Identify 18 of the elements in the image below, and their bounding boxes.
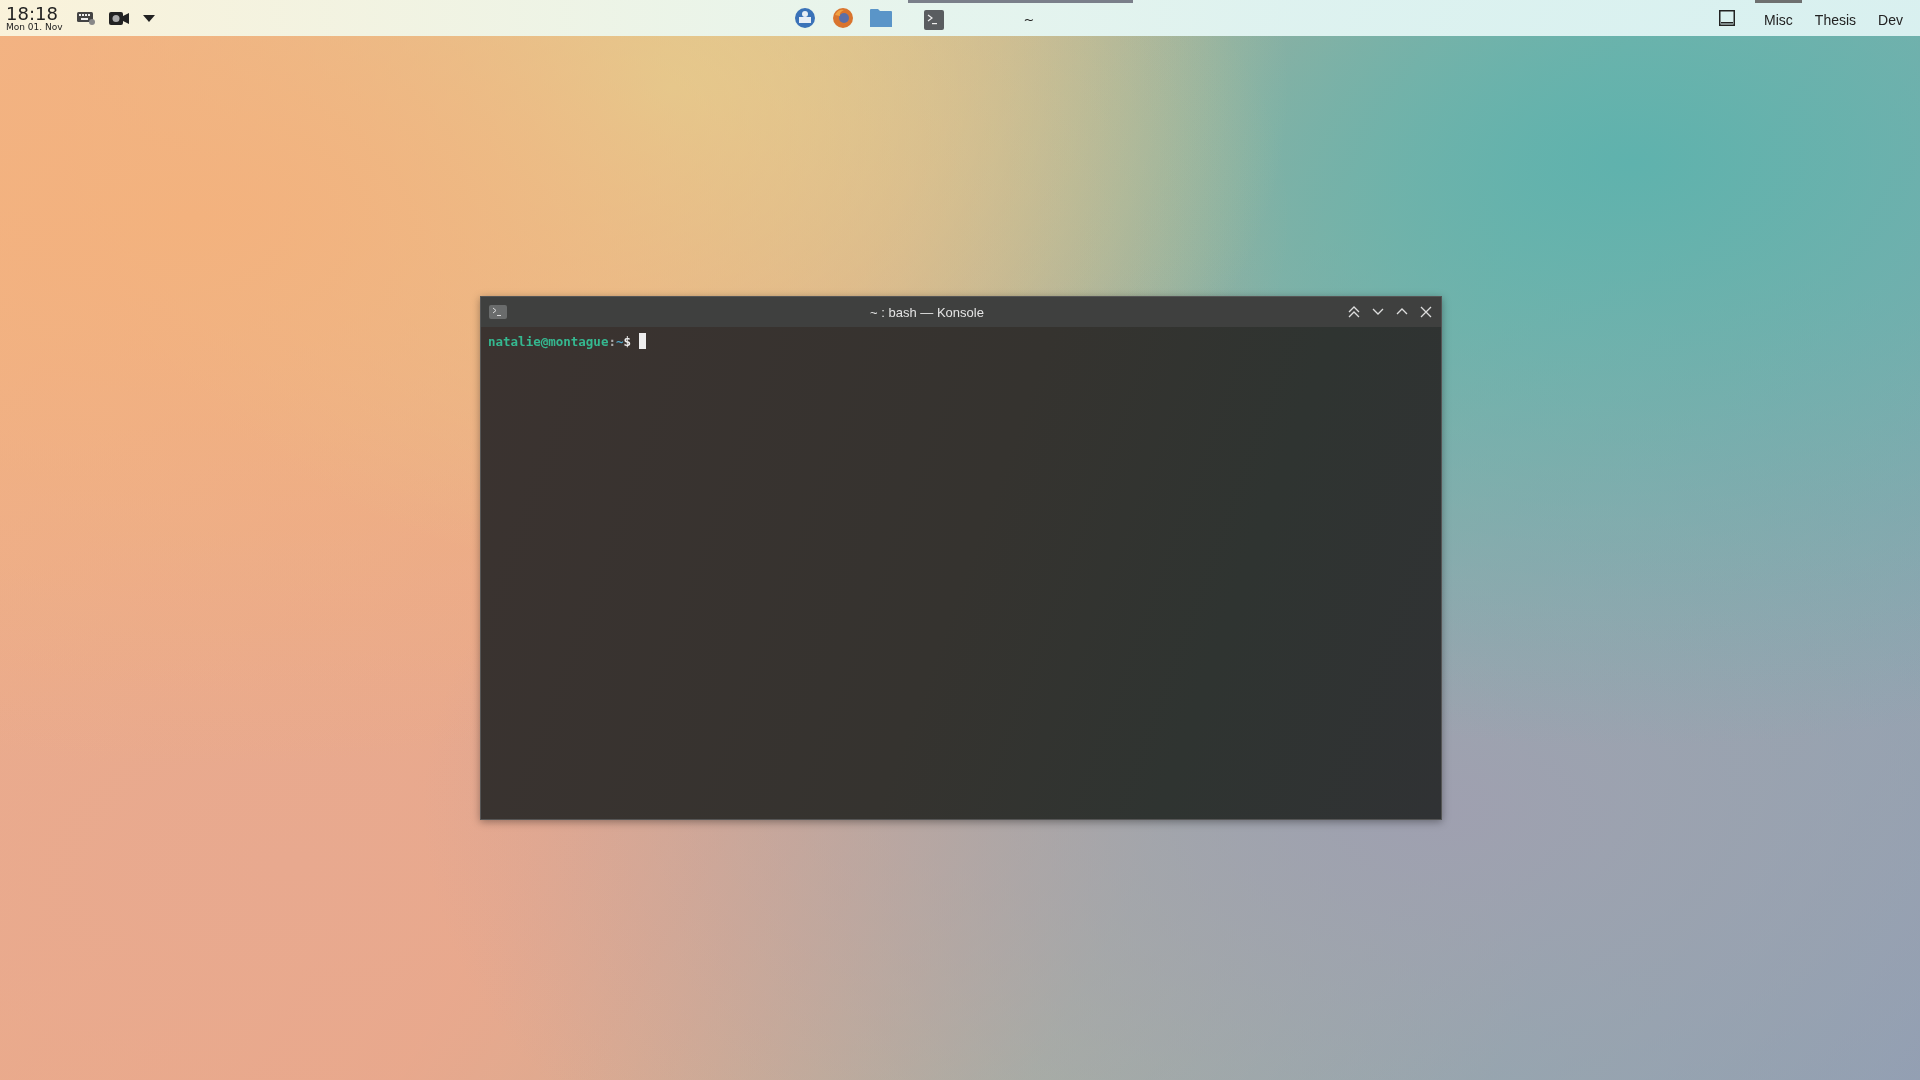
camera-icon[interactable]	[108, 11, 129, 25]
task-button[interactable]: ~	[907, 0, 1133, 36]
folder-icon[interactable]	[869, 8, 892, 28]
virtual-desktop-tab[interactable]: Misc	[1755, 0, 1802, 36]
terminal-icon	[923, 9, 944, 30]
virtual-desktop-tab[interactable]: Dev	[1869, 0, 1912, 36]
shell-prompt: natalie@montague:~$	[488, 333, 631, 349]
dropdown-arrow-icon[interactable]	[142, 14, 155, 22]
text-cursor	[639, 333, 646, 349]
fox-globe-icon[interactable]	[831, 7, 854, 29]
close-icon[interactable]	[1419, 305, 1433, 319]
clock[interactable]: 18:18 Mon 01. Nov	[6, 4, 63, 32]
terminal-icon[interactable]	[489, 305, 507, 319]
show-desktop-icon[interactable]	[1719, 10, 1736, 26]
window-title: ~ : bash — Konsole	[869, 304, 985, 320]
keyboard-icon[interactable]	[76, 11, 95, 25]
virtual-desktop-tab[interactable]: Thesis	[1805, 0, 1866, 36]
keep-above-icon[interactable]	[1347, 305, 1361, 319]
